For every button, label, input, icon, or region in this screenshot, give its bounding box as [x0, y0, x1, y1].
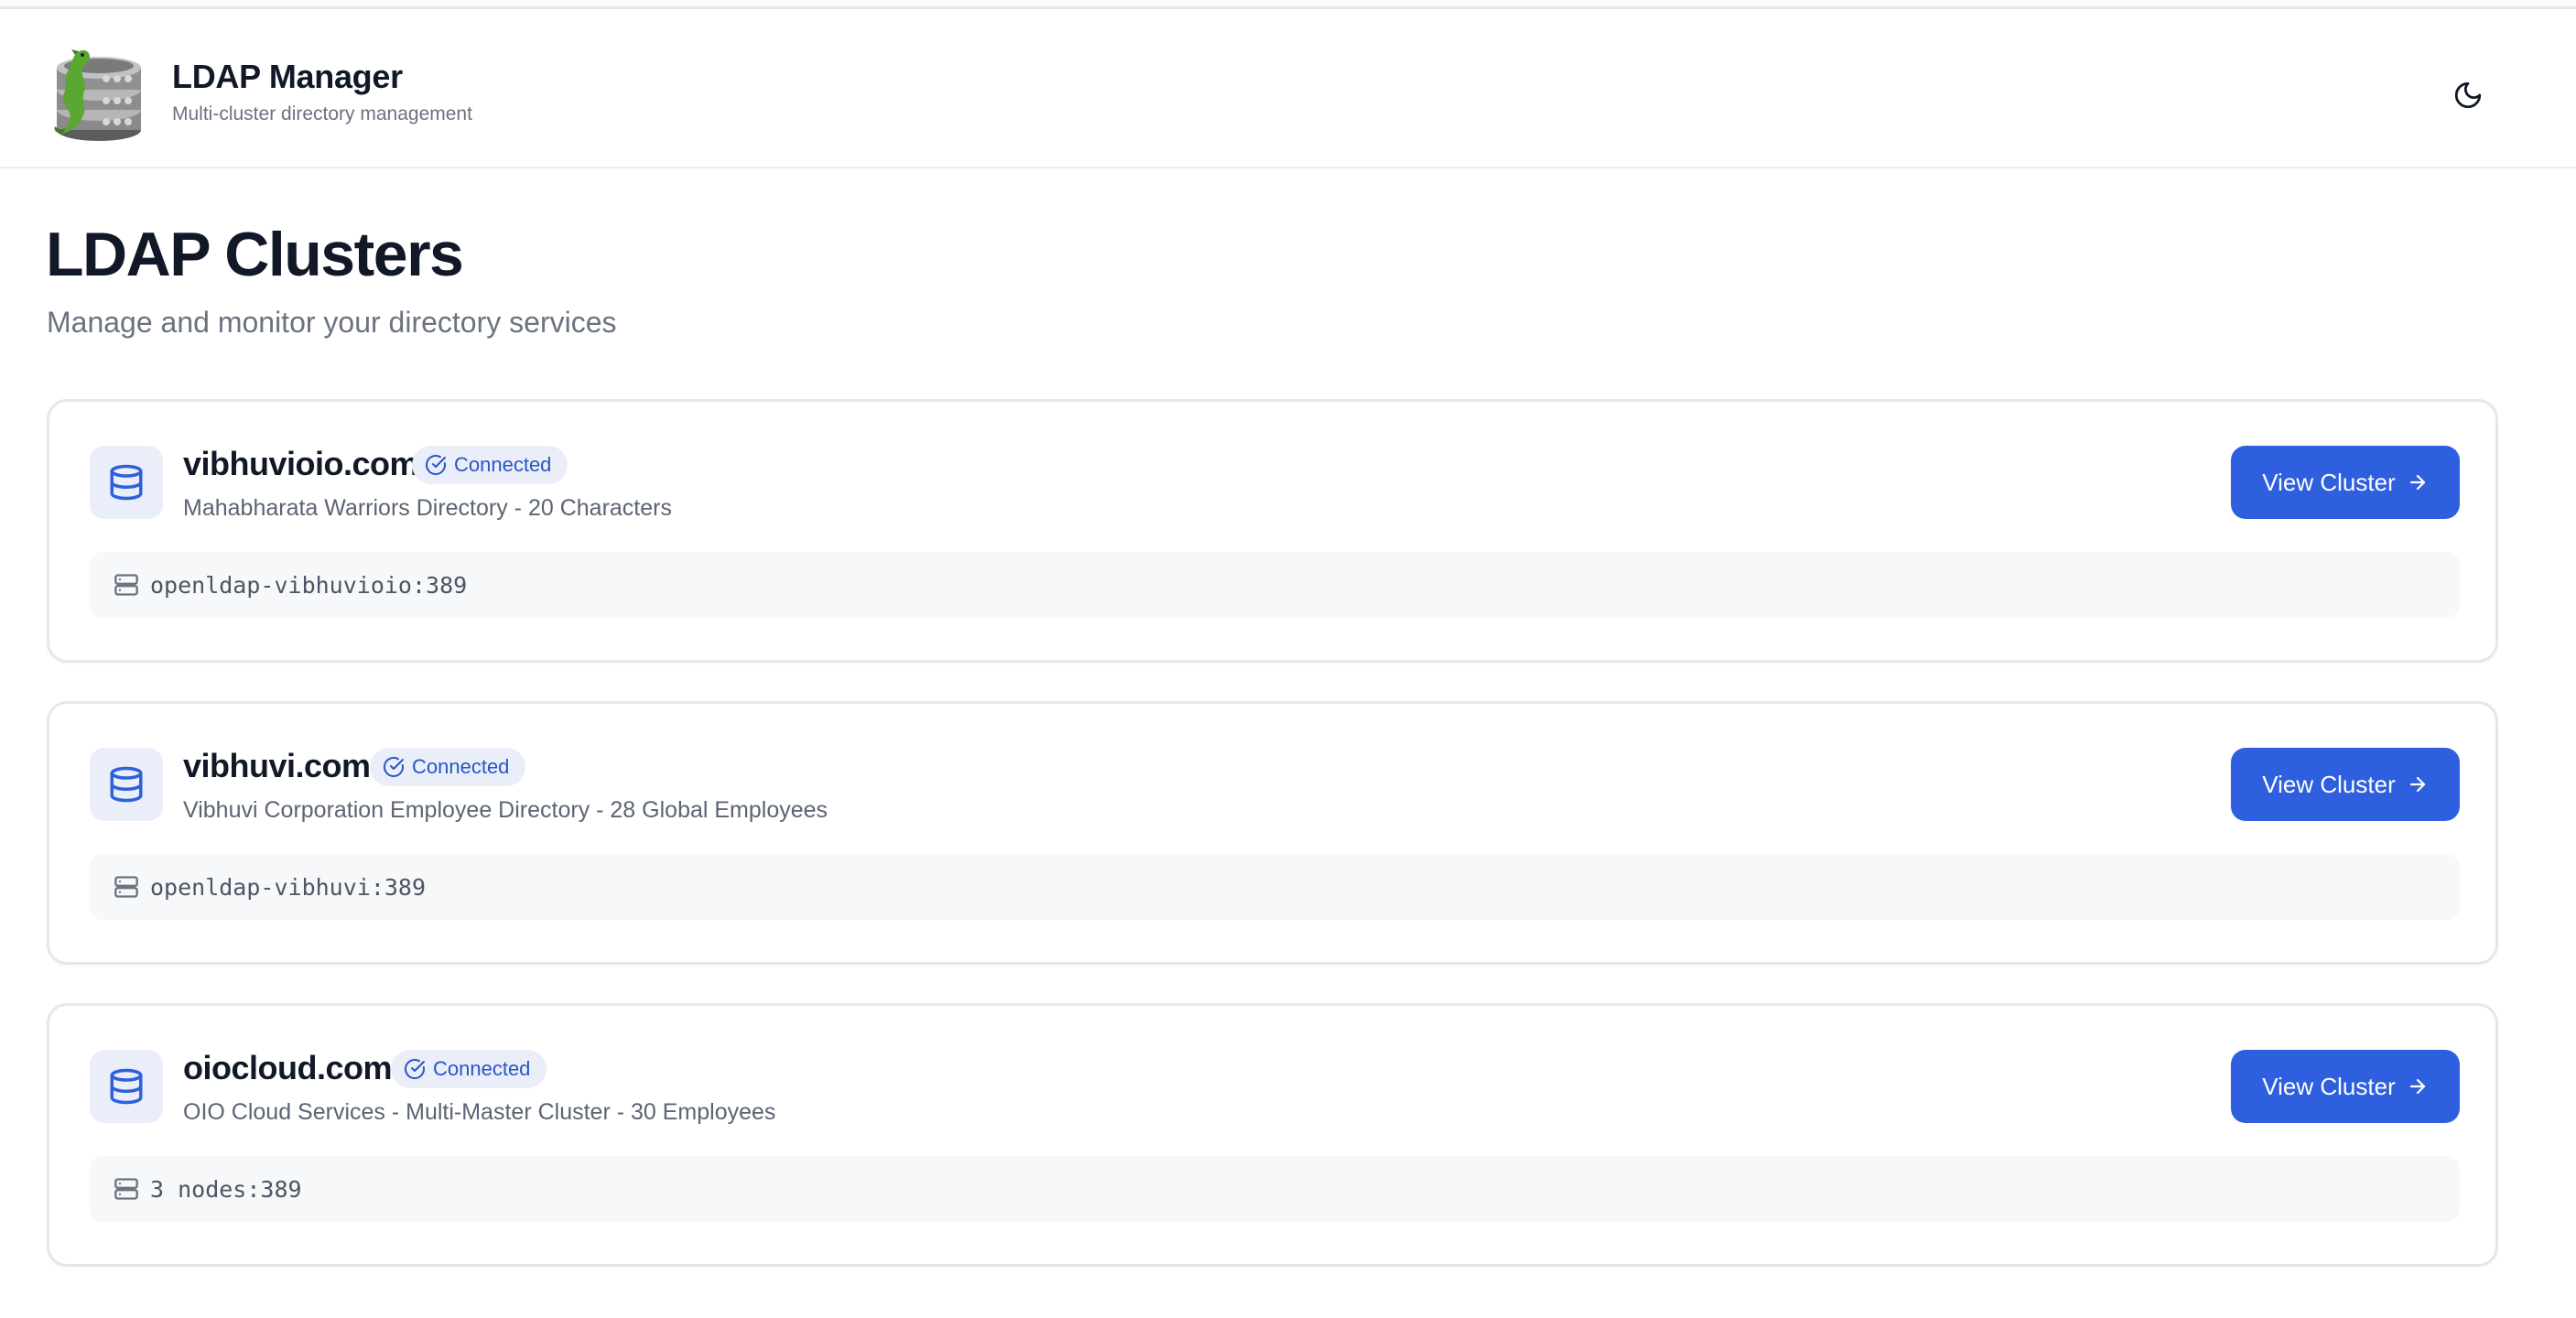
check-circle-icon	[384, 756, 404, 777]
page-subtitle: Manage and monitor your directory servic…	[47, 306, 617, 339]
cluster-description: OIO Cloud Services - Multi-Master Cluste…	[183, 1099, 776, 1125]
endpoint-address: 3 nodes:389	[150, 1175, 302, 1203]
database-icon	[90, 446, 163, 519]
view-cluster-button[interactable]: View Cluster	[2231, 1050, 2460, 1123]
moon-icon	[2454, 81, 2482, 109]
endpoint-address: openldap-vibhuvi:389	[150, 873, 427, 901]
cluster-card: vibhuvioio.com Connected Mahabharata War…	[47, 399, 2498, 663]
cluster-name: vibhuvioio.com	[183, 445, 419, 482]
view-cluster-button[interactable]: View Cluster	[2231, 748, 2460, 821]
endpoint-row: 3 nodes:389	[90, 1156, 2460, 1222]
server-icon	[114, 1178, 138, 1200]
view-cluster-label: View Cluster	[2262, 770, 2396, 798]
endpoint-row: openldap-vibhuvi:389	[90, 854, 2460, 920]
cluster-description: Vibhuvi Corporation Employee Directory -…	[183, 797, 828, 823]
check-circle-icon	[405, 1058, 425, 1079]
check-circle-icon	[426, 454, 446, 475]
cluster-card: vibhuvi.com Connected Vibhuvi Corporatio…	[47, 701, 2498, 965]
status-label: Connected	[412, 755, 510, 778]
server-icon	[114, 574, 138, 596]
page-title: LDAP Clusters	[46, 220, 464, 289]
cluster-description: Mahabharata Warriors Directory - 20 Char…	[183, 495, 672, 521]
view-cluster-label: View Cluster	[2262, 1072, 2396, 1100]
status-label: Connected	[454, 453, 552, 476]
cluster-card: oiocloud.com Connected OIO Cloud Service…	[47, 1003, 2498, 1267]
endpoint-row: openldap-vibhuvioio:389	[90, 552, 2460, 618]
status-badge: Connected	[412, 446, 568, 484]
view-cluster-label: View Cluster	[2262, 468, 2396, 496]
status-label: Connected	[433, 1057, 531, 1080]
cluster-name: oiocloud.com	[183, 1049, 393, 1086]
database-icon	[90, 748, 163, 821]
server-icon	[114, 876, 138, 898]
arrow-right-icon	[2409, 474, 2425, 491]
ldap-logo[interactable]	[48, 42, 146, 143]
theme-toggle-button[interactable]	[2446, 73, 2490, 117]
arrow-right-icon	[2409, 776, 2425, 793]
status-badge: Connected	[391, 1050, 547, 1088]
app-header: LDAP Manager Multi-cluster directory man…	[0, 9, 2576, 168]
status-badge: Connected	[370, 748, 526, 786]
endpoint-address: openldap-vibhuvioio:389	[150, 571, 468, 599]
app-title: LDAP Manager	[172, 58, 403, 95]
view-cluster-button[interactable]: View Cluster	[2231, 446, 2460, 519]
database-icon	[90, 1050, 163, 1123]
top-border	[0, 0, 2576, 9]
cluster-name: vibhuvi.com	[183, 747, 371, 784]
app-subtitle: Multi-cluster directory management	[172, 103, 472, 124]
brand: LDAP Manager Multi-cluster directory man…	[172, 57, 472, 126]
arrow-right-icon	[2409, 1078, 2425, 1095]
